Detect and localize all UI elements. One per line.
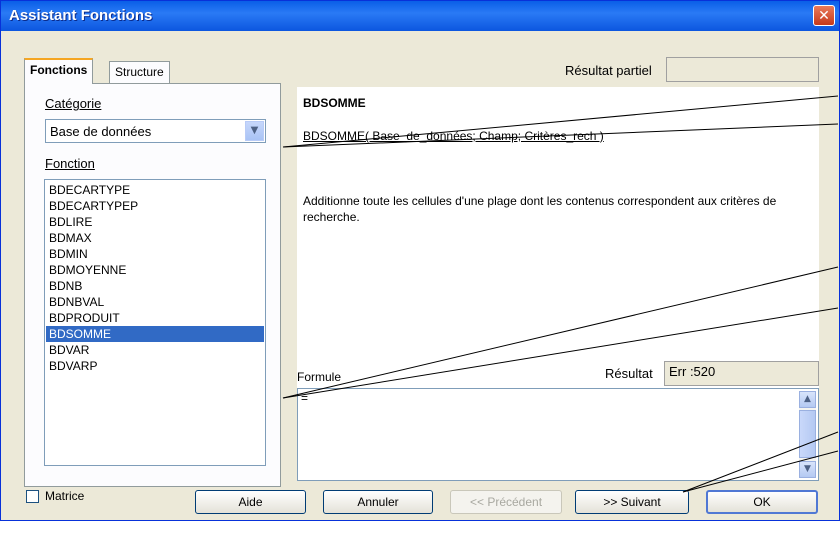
next-button[interactable]: >> Suivant (575, 490, 689, 514)
partial-result-field (666, 57, 819, 82)
ok-button[interactable]: OK (706, 490, 818, 514)
result-field: Err :520 (664, 361, 819, 386)
category-label-text: Catégorie (45, 96, 102, 111)
list-item[interactable]: BDECARTYPEP (46, 198, 264, 214)
formula-label: Formule (297, 370, 342, 384)
list-item[interactable]: BDVAR (46, 342, 264, 358)
list-item-selected[interactable]: BDSOMME (46, 326, 264, 342)
function-label: Fonction (45, 156, 95, 171)
cancel-button[interactable]: Annuler (323, 490, 433, 514)
list-item[interactable]: BDNBVAL (46, 294, 264, 310)
chevron-down-icon[interactable]: ▼ (245, 121, 264, 141)
formula-value: = (301, 391, 309, 405)
tab-fonctions[interactable]: Fonctions (24, 58, 94, 84)
function-name: BDSOMME (303, 96, 366, 110)
scroll-down-icon[interactable]: ▼ (799, 461, 816, 478)
formula-input[interactable]: = ▲ ▼ (297, 388, 819, 481)
previous-button[interactable]: << Précédent (450, 490, 562, 514)
list-item[interactable]: BDECARTYPE (46, 182, 264, 198)
formula-scrollbar[interactable]: ▲ ▼ (799, 391, 816, 478)
result-label: Résultat (605, 366, 653, 381)
category-select[interactable]: Base de données ▼ (45, 119, 266, 143)
title-bar[interactable]: Assistant Fonctions ✕ (1, 1, 839, 31)
tab-structure-label: Structure (115, 65, 164, 79)
scroll-thumb[interactable] (799, 410, 816, 458)
list-item[interactable]: BDPRODUIT (46, 310, 264, 326)
list-item[interactable]: BDMAX (46, 230, 264, 246)
scroll-up-icon[interactable]: ▲ (799, 391, 816, 408)
matrix-label: Matrice (45, 489, 85, 503)
function-syntax: BDSOMME( Base_de_données; Champ; Critère… (303, 129, 604, 143)
function-description: Additionne toute les cellules d'une plag… (303, 194, 777, 224)
partial-result-label: Résultat partiel (565, 63, 652, 78)
list-item[interactable]: BDMIN (46, 246, 264, 262)
list-item[interactable]: BDMOYENNE (46, 262, 264, 278)
tab-fonctions-label: Fonctions (30, 63, 88, 77)
window-title: Assistant Fonctions (9, 7, 153, 24)
matrix-checkbox[interactable] (26, 490, 39, 503)
list-item[interactable]: BDNB (46, 278, 264, 294)
list-item[interactable]: BDVARP (46, 358, 264, 374)
close-icon: ✕ (818, 8, 830, 24)
list-item[interactable]: BDLIRE (46, 214, 264, 230)
help-button[interactable]: Aide (195, 490, 306, 514)
category-selected-value: Base de données (50, 124, 152, 139)
category-label: Catégorie (45, 96, 101, 111)
tab-structure[interactable]: Structure (109, 61, 170, 83)
function-label-text: Fonction (45, 156, 95, 171)
function-listbox[interactable]: BDECARTYPE BDECARTYPEP BDLIRE BDMAX BDMI… (44, 179, 266, 466)
close-button[interactable]: ✕ (813, 5, 835, 26)
